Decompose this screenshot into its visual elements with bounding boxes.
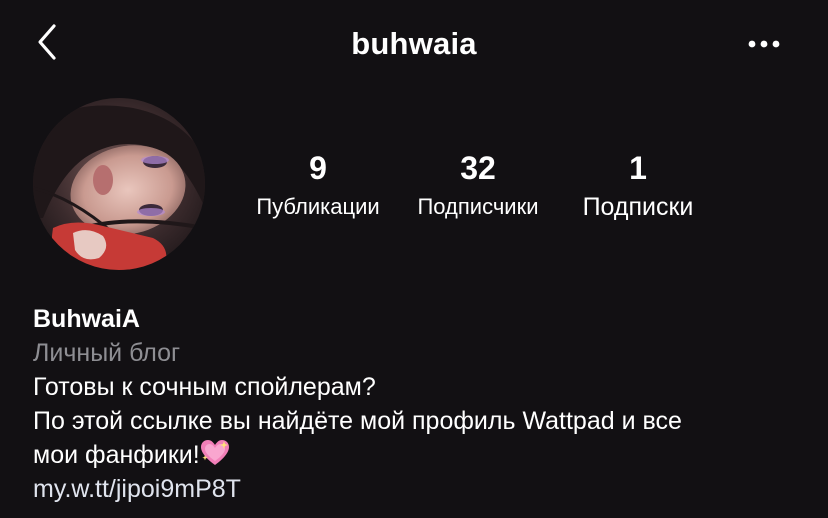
posts-count-stat[interactable]: 9 Публикации (246, 148, 390, 222)
followers-count: 32 (460, 150, 496, 186)
sparkling-heart-icon (200, 440, 229, 465)
following-label: Подписки (582, 193, 694, 221)
posts-label: Публикации (256, 194, 380, 219)
profile-username-title: buhwaia (351, 26, 477, 61)
profile-bio: BuhwaiA Личный блог Готовы к сочным спой… (33, 302, 813, 506)
display-name: BuhwaiA (33, 305, 140, 333)
following-count: 1 (629, 150, 647, 186)
bio-line-3: мои фанфики! (33, 441, 200, 469)
followers-label: Подписчики (417, 194, 539, 219)
bio-link[interactable]: my.w.tt/jipoi9mP8T (33, 472, 813, 506)
more-options-button[interactable] (746, 34, 782, 54)
profile-category: Личный блог (33, 339, 181, 367)
bio-line-3-wrap: мои фанфики! (33, 438, 813, 472)
posts-count: 9 (309, 150, 327, 186)
more-horizontal-icon (748, 40, 780, 48)
profile-stats: 9 Публикации 32 Подписчики 1 Подписки (0, 148, 828, 228)
top-navigation-bar: buhwaia (0, 0, 828, 90)
followers-count-stat[interactable]: 32 Подписчики (406, 148, 550, 222)
bio-line-2: По этой ссылке вы найдёте мой профиль Wa… (33, 407, 682, 435)
following-count-stat[interactable]: 1 Подписки (568, 148, 708, 222)
bio-line-1: Готовы к сочным спойлерам? (33, 373, 376, 401)
